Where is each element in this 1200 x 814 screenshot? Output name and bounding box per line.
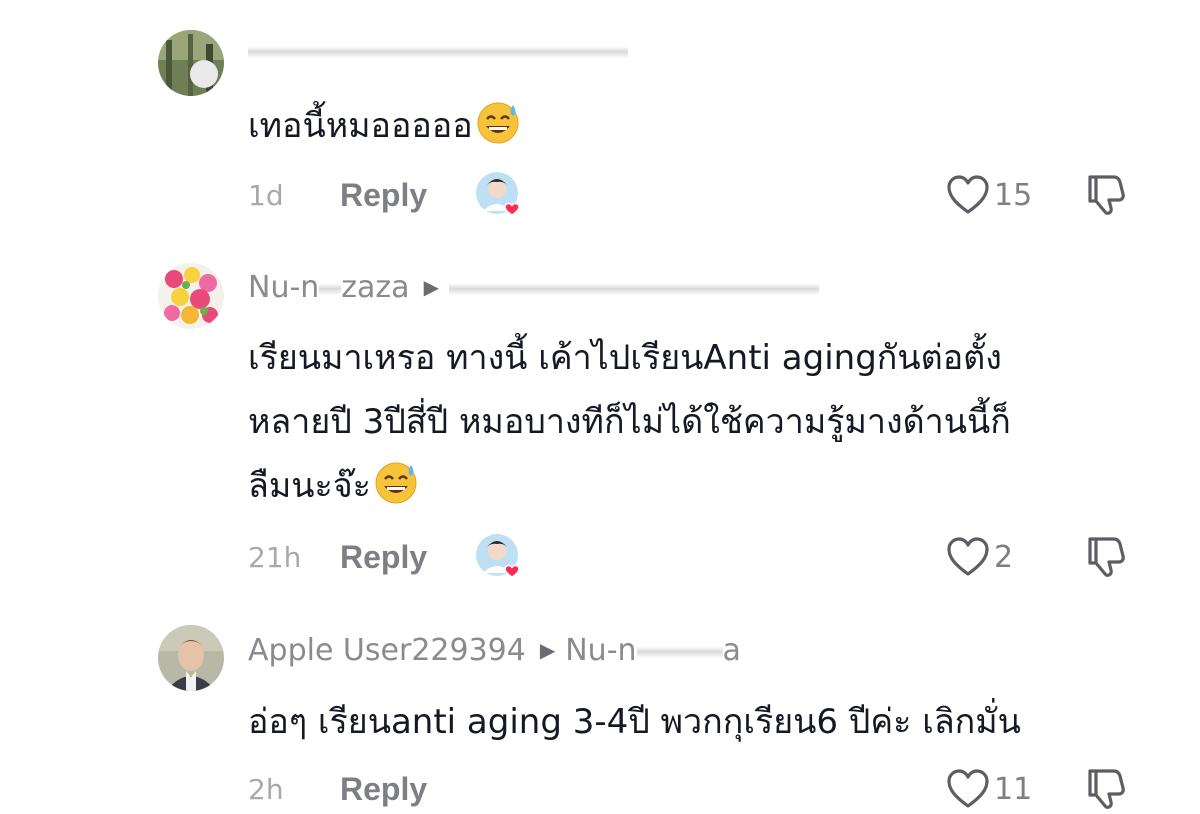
reply-to-name-tail: a: [722, 632, 741, 668]
reply-arrow-icon: ▶: [539, 638, 556, 662]
comment-text: เทอนี้หมอออออ: [248, 94, 1178, 158]
avatar[interactable]: [158, 625, 224, 691]
like-group: 2: [946, 537, 1013, 577]
redacted-name: [248, 33, 628, 67]
comment-author-line: Apple User229394 ▶ Nu-n a: [248, 630, 741, 670]
dislike-icon[interactable]: [1084, 173, 1128, 217]
heart-icon[interactable]: [946, 175, 990, 215]
redacted-name: [448, 270, 819, 304]
reply-button[interactable]: Reply: [340, 177, 427, 214]
timestamp: 2h: [248, 772, 284, 806]
timestamp: 21h: [248, 540, 302, 574]
like-count: 11: [994, 771, 1033, 807]
dislike-icon[interactable]: [1084, 535, 1128, 579]
author-name[interactable]: Nu-n: [248, 270, 319, 305]
creator-liked-badge: [475, 533, 523, 581]
redacted-name: [636, 633, 723, 667]
comment-footer: 21h Reply 2: [248, 532, 1170, 582]
dislike-icon[interactable]: [1084, 767, 1128, 811]
reply-to-name[interactable]: Nu-n: [565, 633, 636, 668]
comment-text: เรียนมาเหรอ ทางนี้ เค้าไปเรียนAnti aging…: [248, 338, 1011, 506]
comment-footer: 2h Reply 11: [248, 764, 1170, 814]
like-count: 15: [994, 177, 1033, 213]
author-name-tail: zaza: [341, 269, 410, 305]
comment-text: อ่อๆ เรียนanti aging 3-4ปี พวกกุเรียน6 ป…: [248, 702, 1021, 742]
like-group: 15: [946, 175, 1032, 215]
creator-liked-badge: [475, 171, 523, 219]
timestamp: 1d: [248, 178, 284, 212]
avatar[interactable]: [158, 263, 224, 329]
heart-icon[interactable]: [946, 769, 990, 809]
reply-button[interactable]: Reply: [340, 771, 427, 808]
author-name[interactable]: Apple User229394: [248, 633, 526, 668]
like-count: 2: [994, 539, 1014, 575]
grinning-sweat-emoji: [477, 102, 519, 144]
comment-footer: 1d Reply 15: [248, 170, 1170, 220]
like-group: 11: [946, 769, 1032, 809]
avatar[interactable]: [158, 30, 224, 96]
comment-author-line: Nu-n zaza ▶: [248, 267, 819, 307]
redacted-name: [319, 270, 342, 304]
reply-button[interactable]: Reply: [340, 539, 427, 576]
comment-author-line: [248, 30, 628, 70]
reply-arrow-icon: ▶: [423, 275, 439, 299]
grinning-sweat-emoji: [375, 462, 417, 504]
heart-icon[interactable]: [946, 537, 990, 577]
